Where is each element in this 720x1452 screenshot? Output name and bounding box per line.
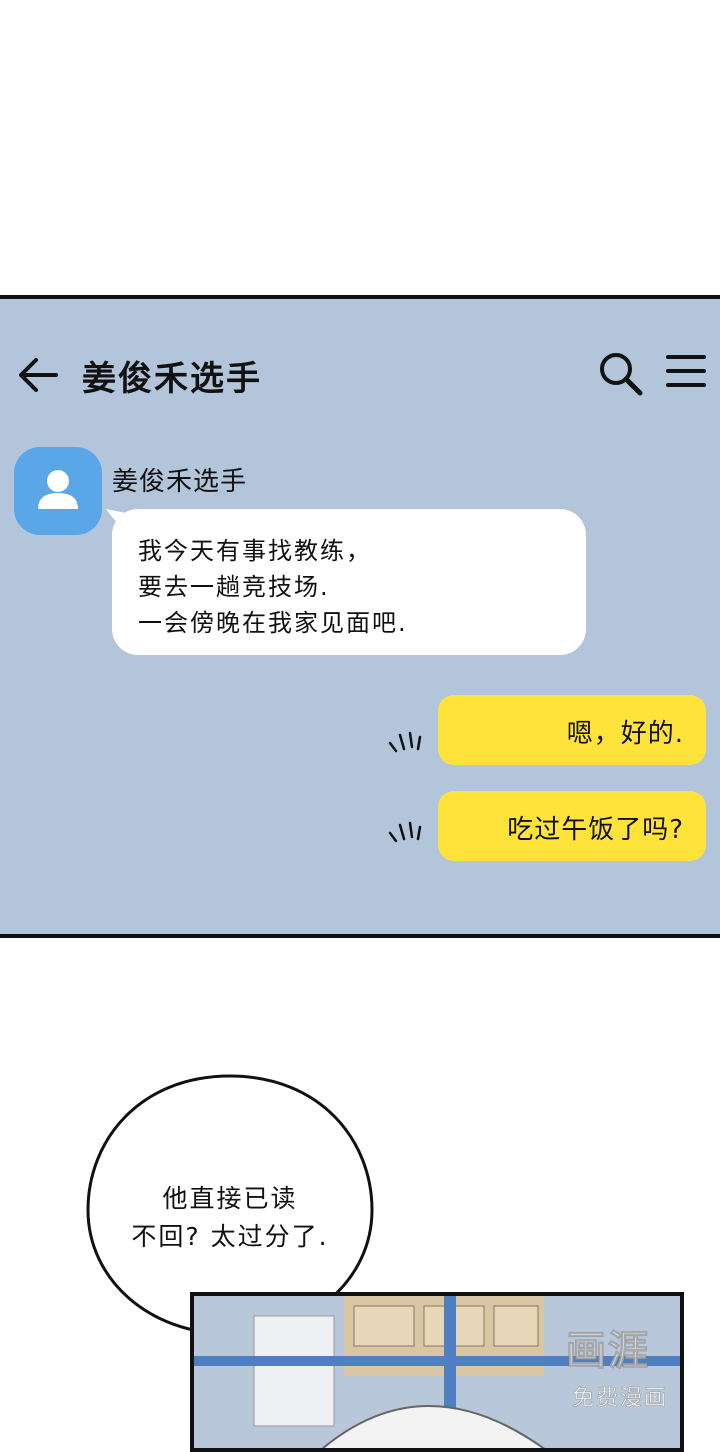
search-icon[interactable] bbox=[596, 349, 644, 397]
thought-line: 不回? 太过分了. bbox=[131, 1222, 329, 1251]
avatar[interactable] bbox=[14, 447, 102, 535]
sound-marks-icon bbox=[388, 821, 422, 843]
message-line: 我今天有事找教练， bbox=[138, 537, 372, 565]
incoming-message-bubble: 我今天有事找教练， 要去一趟竞技场. 一会傍晚在我家见面吧. bbox=[106, 509, 586, 655]
chat-panel: 姜俊禾选手 姜俊禾选手 我今天有事找教练， 要去一趟竞技场. 一会傍晚在我家见面… bbox=[0, 295, 720, 938]
sender-name: 姜俊禾选手 bbox=[112, 467, 248, 497]
arrow-left-icon[interactable] bbox=[16, 355, 60, 395]
sound-marks-icon bbox=[388, 731, 422, 753]
bubble-tail bbox=[106, 509, 136, 535]
watermark: 画涯 免费漫画 bbox=[566, 1318, 696, 1418]
thought-line: 他直接已读 bbox=[162, 1184, 298, 1213]
chat-title: 姜俊禾选手 bbox=[82, 359, 262, 399]
chat-header: 姜俊禾选手 bbox=[0, 299, 720, 449]
message-line: 要去一趟竞技场. bbox=[138, 573, 330, 601]
watermark-subtitle: 免费漫画 bbox=[572, 1386, 669, 1412]
outgoing-message-bubble: 吃过午饭了吗? bbox=[438, 791, 706, 861]
outgoing-message-bubble: 嗯，好的. bbox=[438, 695, 706, 765]
person-avatar-icon bbox=[38, 470, 78, 509]
message-line: 一会傍晚在我家见面吧. bbox=[138, 609, 408, 637]
watermark-logo: 画涯 bbox=[566, 1328, 650, 1375]
hamburger-menu-icon[interactable] bbox=[664, 351, 708, 391]
